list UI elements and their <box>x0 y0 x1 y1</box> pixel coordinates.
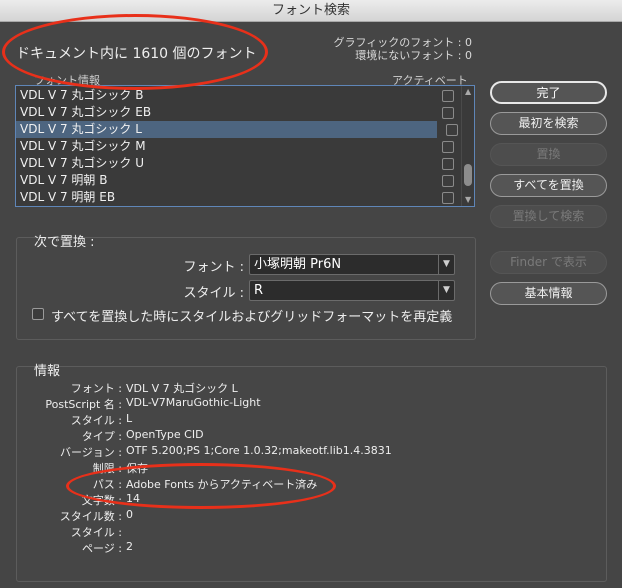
done-button[interactable]: 完了 <box>490 81 607 104</box>
font-list-row[interactable]: VDL V 7 丸ゴシック U <box>16 155 457 172</box>
font-list-row[interactable]: VDL V 7 丸ゴシック B <box>16 87 457 104</box>
info-row: スタイル : L <box>0 412 622 427</box>
activate-checkbox[interactable] <box>442 141 454 153</box>
font-list-row[interactable]: VDL V 7 丸ゴシック M <box>16 138 457 155</box>
info-key: タイプ : <box>81 430 122 443</box>
font-name: VDL V 7 明朝 B <box>20 173 108 187</box>
info-row: バージョン : OTF 5.200;PS 1;Core 1.0.32;makeo… <box>0 444 622 459</box>
font-select-value: 小塚明朝 Pr6N <box>254 257 342 272</box>
missing-environment-fonts: 環境にないフォント : 0 <box>355 49 472 62</box>
info-value: VDL-V7MaruGothic-Light <box>126 396 261 409</box>
font-name: VDL V 7 丸ゴシック M <box>20 139 146 153</box>
info-row: ページ : 2 <box>0 540 622 555</box>
info-key: バージョン : <box>60 446 122 459</box>
info-key: PostScript 名 : <box>45 398 122 411</box>
list-scrollbar[interactable]: ▲ ▼ <box>461 86 474 206</box>
replace-with-title: 次で置換 : <box>34 235 95 250</box>
font-label: フォント : <box>183 260 244 275</box>
document-font-count: ドキュメント内に 1610 個のフォント <box>16 46 257 62</box>
info-key: スタイル : <box>70 414 122 427</box>
redefine-style-label: すべてを置換した時にスタイルおよびグリッドフォーマットを再定義 <box>51 310 453 325</box>
font-list[interactable]: VDL V 7 丸ゴシック B VDL V 7 丸ゴシック EB VDL V 7… <box>15 85 475 207</box>
info-key: スタイル数 : <box>59 510 122 523</box>
info-value: OpenType CID <box>126 428 204 441</box>
replace-button[interactable]: 置換 <box>490 143 607 166</box>
replace-and-find-button[interactable]: 置換して検索 <box>490 205 607 228</box>
redefine-style-checkbox[interactable] <box>32 308 44 320</box>
info-row: フォント : VDL V 7 丸ゴシック L <box>0 380 622 395</box>
font-list-row[interactable]: VDL V 7 明朝 B <box>16 172 457 189</box>
font-name: VDL V 7 丸ゴシック B <box>20 88 144 102</box>
find-font-dialog: ドキュメント内に 1610 個のフォント グラフィックのフォント : 0 環境に… <box>0 14 622 588</box>
info-row: スタイル数 : 0 <box>0 508 622 523</box>
reveal-in-finder-button[interactable]: Finder で表示 <box>490 251 607 274</box>
info-value: VDL V 7 丸ゴシック L <box>126 382 238 395</box>
scroll-thumb[interactable] <box>464 164 472 186</box>
info-key: ページ : <box>82 542 122 555</box>
font-list-row[interactable]: VDL V 7 丸ゴシック EB <box>16 104 457 121</box>
style-label: スタイル : <box>183 286 244 301</box>
activate-checkbox[interactable] <box>442 107 454 119</box>
style-select[interactable]: R ▼ <box>249 280 455 301</box>
info-key: パス : <box>92 478 122 491</box>
info-value: Adobe Fonts からアクティベート済み <box>126 478 318 491</box>
info-row: スタイル : <box>0 524 622 539</box>
font-select[interactable]: 小塚明朝 Pr6N ▼ <box>249 254 455 275</box>
info-row: PostScript 名 : VDL-V7MaruGothic-Light <box>0 396 622 411</box>
font-name: VDL V 7 丸ゴシック L <box>20 122 142 136</box>
info-table: フォント : VDL V 7 丸ゴシック L PostScript 名 : VD… <box>0 378 622 578</box>
info-value: 14 <box>126 492 140 505</box>
scroll-down-icon[interactable]: ▼ <box>465 196 471 204</box>
info-key: フォント : <box>70 382 122 395</box>
font-list-row-selected[interactable]: VDL V 7 丸ゴシック L <box>16 121 437 138</box>
more-info-button[interactable]: 基本情報 <box>490 282 607 305</box>
info-value: 保存 <box>126 462 148 475</box>
activate-checkbox[interactable] <box>446 124 458 136</box>
info-key: 文字数 : <box>81 494 122 507</box>
activate-checkbox[interactable] <box>442 175 454 187</box>
info-key: 制限 : <box>92 462 122 475</box>
info-value: 0 <box>126 508 133 521</box>
info-value: OTF 5.200;PS 1;Core 1.0.32;makeotf.lib1.… <box>126 444 392 457</box>
font-name: VDL V 7 明朝 EB <box>20 190 116 204</box>
font-name: VDL V 7 丸ゴシック EB <box>20 105 152 119</box>
style-select-value: R <box>254 283 264 298</box>
window-title: フォント検索 <box>271 3 350 18</box>
info-title: 情報 <box>34 364 61 379</box>
info-row: 文字数 : 14 <box>0 492 622 507</box>
info-row: タイプ : OpenType CID <box>0 428 622 443</box>
font-list-row[interactable]: VDL V 7 明朝 EB <box>16 189 457 206</box>
info-value: L <box>126 412 133 425</box>
window-titlebar: フォント検索 <box>0 0 622 22</box>
activate-checkbox[interactable] <box>442 90 454 102</box>
info-key: スタイル : <box>70 526 122 539</box>
activate-checkbox[interactable] <box>442 158 454 170</box>
font-name: VDL V 7 丸ゴシック U <box>20 156 145 170</box>
info-row: パス : Adobe Fonts からアクティベート済み <box>0 476 622 491</box>
chevron-down-icon: ▼ <box>438 281 454 300</box>
missing-fonts-summary: グラフィックのフォント : 0 環境にないフォント : 0 <box>334 36 472 62</box>
replace-all-button[interactable]: すべてを置換 <box>490 174 607 197</box>
missing-graphic-fonts: グラフィックのフォント : 0 <box>333 36 472 49</box>
info-row: 制限 : 保存 <box>0 460 622 475</box>
activate-checkbox[interactable] <box>442 192 454 204</box>
find-first-button[interactable]: 最初を検索 <box>490 112 607 135</box>
info-value: 2 <box>126 540 133 553</box>
chevron-down-icon: ▼ <box>438 255 454 274</box>
scroll-up-icon[interactable]: ▲ <box>465 88 471 96</box>
